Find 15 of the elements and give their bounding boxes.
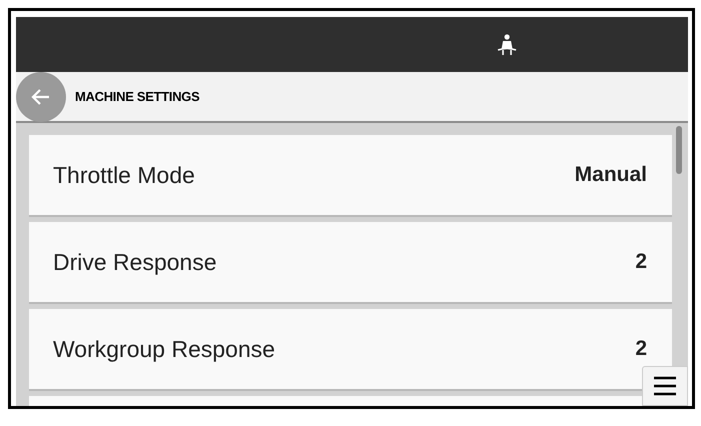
back-button[interactable] xyxy=(16,72,66,122)
scrollbar-thumb[interactable] xyxy=(676,126,682,174)
setting-row[interactable]: Throttle Mode Manual xyxy=(29,135,672,217)
setting-label: Drive Response xyxy=(53,248,217,276)
setting-row[interactable]: Workgroup Response 2 xyxy=(29,309,672,391)
setting-label: Workgroup Response xyxy=(53,336,276,362)
setting-label: Throttle Mode xyxy=(53,162,195,188)
setting-value: 2 xyxy=(635,337,647,361)
menu-button[interactable] xyxy=(642,366,688,406)
setting-row[interactable]: Drive Response 2 xyxy=(29,222,672,304)
setting-value: Manual xyxy=(574,163,647,187)
setting-value: 2 xyxy=(635,250,647,274)
seated-person-icon xyxy=(496,34,518,56)
page-title: MACHINE SETTINGS xyxy=(75,89,200,104)
menu-icon xyxy=(652,375,678,397)
